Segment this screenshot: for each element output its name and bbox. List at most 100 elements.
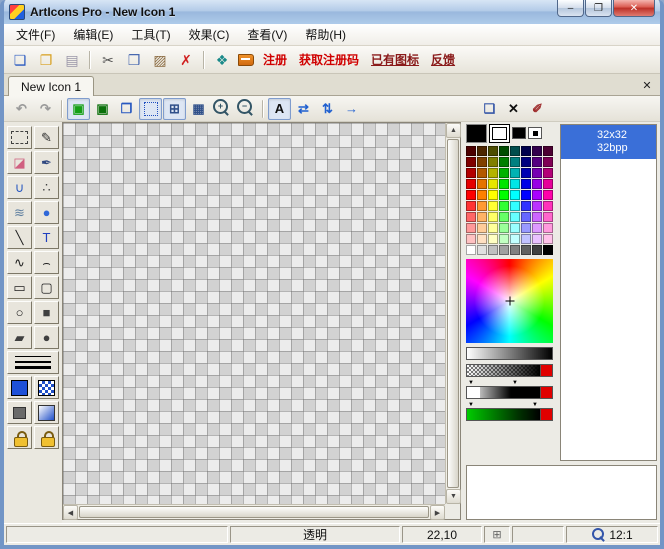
lock-palette-button[interactable] <box>34 426 59 449</box>
green-red-cap[interactable] <box>540 409 552 420</box>
marker-icon[interactable]: ▼ <box>468 402 474 408</box>
format-list[interactable]: 32x32 32bpp <box>560 124 657 461</box>
palette-swatch[interactable] <box>499 168 509 178</box>
palette-swatch[interactable] <box>477 234 487 244</box>
shift-horizontal-button[interactable]: ⇄ <box>292 98 315 120</box>
scroll-up-button[interactable]: ▲ <box>446 123 461 138</box>
palette-swatch[interactable] <box>466 245 476 255</box>
save-icon[interactable]: ▤ <box>60 49 84 71</box>
palette-swatch[interactable] <box>543 245 553 255</box>
palette-swatch[interactable] <box>488 168 498 178</box>
palette-swatch[interactable] <box>532 168 542 178</box>
palette-swatch[interactable] <box>466 179 476 189</box>
dither-red-cap[interactable] <box>540 365 552 376</box>
palette-swatch[interactable] <box>521 157 531 167</box>
text-tool[interactable]: T <box>34 226 59 249</box>
palette-swatch[interactable] <box>499 179 509 189</box>
zoom-out-button[interactable] <box>235 98 258 120</box>
palette-swatch[interactable] <box>499 190 509 200</box>
palette-swatch[interactable] <box>510 168 520 178</box>
spray-tool[interactable]: ∴ <box>34 176 59 199</box>
vertical-scrollbar[interactable]: ▲ ▼ <box>445 123 460 504</box>
palette-swatch[interactable] <box>543 168 553 178</box>
palette-swatch[interactable] <box>477 179 487 189</box>
palette-swatch[interactable] <box>521 168 531 178</box>
palette-swatch[interactable] <box>543 234 553 244</box>
alpha-gradient[interactable] <box>467 387 540 398</box>
palette-swatch[interactable] <box>532 245 542 255</box>
transparent-color-button[interactable] <box>528 127 542 139</box>
shift-vertical-button[interactable]: ⇅ <box>316 98 339 120</box>
palette-swatch[interactable] <box>499 201 509 211</box>
palette-swatch[interactable] <box>499 234 509 244</box>
alpha-red-cap[interactable] <box>540 387 552 398</box>
menu-file[interactable]: 文件(F) <box>8 24 63 45</box>
palette-swatch[interactable] <box>488 146 498 156</box>
palette-swatch[interactable] <box>543 146 553 156</box>
palette-swatch[interactable] <box>466 157 476 167</box>
swap-colors-button[interactable] <box>512 127 526 139</box>
menu-edit[interactable]: 编辑(E) <box>65 24 121 45</box>
drop-tool[interactable]: ● <box>34 201 59 224</box>
new-format-button[interactable]: ❏ <box>478 98 501 120</box>
palette-swatch[interactable] <box>521 201 531 211</box>
foreground-color-swatch[interactable] <box>7 376 32 399</box>
undo-button[interactable]: ↶ <box>10 98 33 120</box>
delete-format-button[interactable]: ✕ <box>502 98 525 120</box>
palette-swatch[interactable] <box>510 212 520 222</box>
palette-swatch[interactable] <box>510 179 520 189</box>
palette-swatch[interactable] <box>466 212 476 222</box>
font-button[interactable]: A <box>268 98 291 120</box>
palette-swatch[interactable] <box>521 245 531 255</box>
filled-rounded-rect-tool[interactable]: ▰ <box>7 326 32 349</box>
palette-swatch[interactable] <box>521 146 531 156</box>
arc-tool[interactable]: ⌢ <box>34 251 59 274</box>
menu-tools[interactable]: 工具(T) <box>123 24 178 45</box>
eraser-tool[interactable]: ◪ <box>7 151 32 174</box>
palette-swatch[interactable] <box>521 223 531 233</box>
palette-swatch[interactable] <box>510 245 520 255</box>
open-icon[interactable]: ❐ <box>34 49 58 71</box>
palette-swatch[interactable] <box>499 223 509 233</box>
palette-swatch[interactable] <box>466 190 476 200</box>
background-color-well[interactable] <box>489 124 510 143</box>
palette-swatch[interactable] <box>466 223 476 233</box>
tab-new-icon-1[interactable]: New Icon 1 <box>8 76 94 96</box>
ellipse-tool[interactable]: ○ <box>7 301 32 324</box>
palette-swatch[interactable] <box>532 190 542 200</box>
close-tab-button[interactable]: ✕ <box>638 77 656 93</box>
green-gradient[interactable] <box>467 409 540 420</box>
palette-swatch[interactable] <box>532 201 542 211</box>
palette-swatch[interactable] <box>510 190 520 200</box>
format-item-selected[interactable]: 32x32 32bpp <box>561 125 656 159</box>
get-code-link[interactable]: 获取注册码 <box>294 51 364 68</box>
marker-icon[interactable]: ▼ <box>468 380 474 386</box>
palette-swatch[interactable] <box>532 223 542 233</box>
palette-swatch[interactable] <box>477 190 487 200</box>
test-icon-button[interactable]: ❐ <box>115 98 138 120</box>
palette-swatch[interactable] <box>466 168 476 178</box>
palette-swatch[interactable] <box>543 223 553 233</box>
foreground-color-well[interactable] <box>466 124 487 143</box>
pencil-tool[interactable]: ✎ <box>34 126 59 149</box>
gray-gradient[interactable] <box>467 348 552 359</box>
green-strip[interactable] <box>466 408 553 421</box>
marker-icon[interactable]: ▼ <box>512 380 518 386</box>
show-dots-button[interactable] <box>139 98 162 120</box>
draw-opaque-button[interactable]: ▣ <box>67 98 90 120</box>
palette-swatch[interactable] <box>532 146 542 156</box>
palette-swatch[interactable] <box>488 223 498 233</box>
palette-swatch[interactable] <box>521 234 531 244</box>
existing-icons-link[interactable]: 已有图标 <box>366 51 424 68</box>
palette-swatch[interactable] <box>466 234 476 244</box>
palette-swatch[interactable] <box>532 157 542 167</box>
palette-swatch[interactable] <box>488 190 498 200</box>
palette-swatch[interactable] <box>521 190 531 200</box>
palette-swatch[interactable] <box>488 179 498 189</box>
register-stamp-icon[interactable]: ❖ <box>210 49 234 71</box>
gradient-swatch[interactable] <box>34 401 59 424</box>
palette-swatch[interactable] <box>532 234 542 244</box>
redo-button[interactable]: ↷ <box>34 98 57 120</box>
palette-swatch[interactable] <box>477 201 487 211</box>
palette-swatch[interactable] <box>488 212 498 222</box>
